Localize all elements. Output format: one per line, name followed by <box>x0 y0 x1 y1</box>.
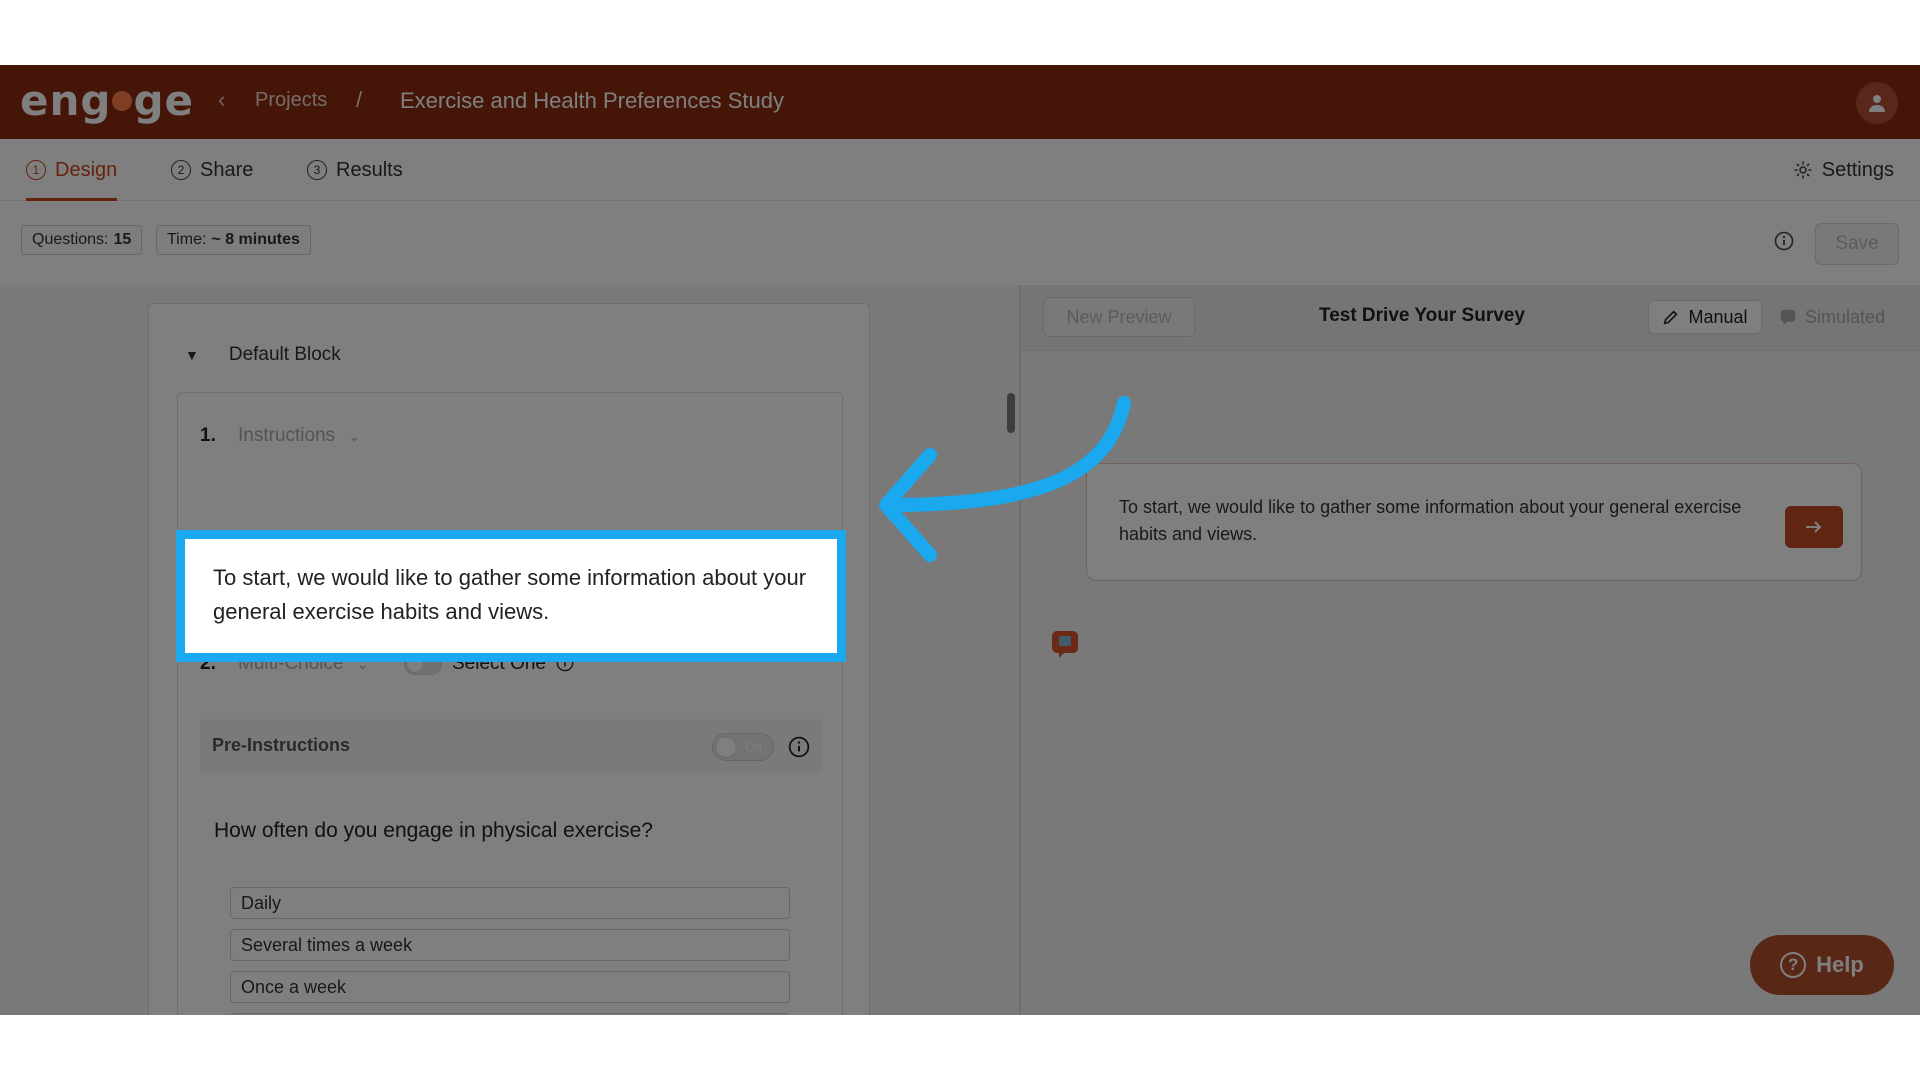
select-one-toggle[interactable] <box>404 653 442 675</box>
questions-count-badge: Questions: 15 <box>21 225 143 255</box>
question-number: 2. <box>200 653 216 674</box>
breadcrumb-projects[interactable]: Projects <box>255 89 327 112</box>
question-type-label: Multi-Choice <box>238 653 344 674</box>
default-block: ▼ Default Block 1. Instructions ⌄ 2. Mul… <box>148 303 870 1015</box>
next-button[interactable] <box>1785 506 1843 548</box>
app-frame: eng ge ‹ Projects / Exercise and Health P… <box>0 65 1920 1015</box>
mode-manual-button[interactable]: Manual <box>1649 301 1761 333</box>
pre-instructions-row: Pre-Instructions Off <box>200 719 822 773</box>
editor-panel: ▼ Default Block 1. Instructions ⌄ 2. Mul… <box>0 285 1020 1015</box>
tab-results[interactable]: 3 Results <box>307 139 403 201</box>
arrow-right-icon <box>1806 521 1822 533</box>
answer-option[interactable]: Several times a week <box>230 929 790 961</box>
help-question-icon: ? <box>1780 952 1807 978</box>
mode-simulated-label: Simulated <box>1804 306 1886 327</box>
info-icon[interactable] <box>788 736 810 758</box>
time-estimate-badge: Time: ~ 8 minutes <box>156 225 311 255</box>
preview-panel: New Preview Test Drive Your Survey Manua… <box>1021 285 1920 1015</box>
editor-scrollbar[interactable] <box>1007 393 1015 433</box>
collapse-triangle-icon[interactable]: ▼ <box>185 347 199 363</box>
user-icon <box>1869 95 1885 112</box>
settings-label: Settings <box>1821 158 1894 181</box>
stats-row: Questions: 15 Time: ~ 8 minutes Save <box>0 201 1920 285</box>
tab-share[interactable]: 2 Share <box>171 139 253 201</box>
tab-number: 2 <box>171 160 191 180</box>
question-type-label: Instructions <box>238 425 336 446</box>
pre-instructions-label: Pre-Instructions <box>212 735 351 755</box>
tab-design[interactable]: 1 Design <box>26 139 118 201</box>
question-card-2: 2. Multi-Choice ⌄ Select One Pre-Instruc… <box>177 622 843 1015</box>
preview-header: New Preview Test Drive Your Survey Manua… <box>1021 285 1920 351</box>
tab-label: Design <box>55 158 118 181</box>
engage-logo[interactable]: eng ge <box>20 79 194 123</box>
breadcrumb-separator: / <box>356 87 363 112</box>
mode-manual-label: Manual <box>1688 306 1748 327</box>
select-one-label: Select One <box>452 653 546 674</box>
question-card-1: 1. Instructions ⌄ <box>177 392 843 592</box>
pre-instructions-toggle[interactable]: Off <box>712 733 774 761</box>
mode-simulated-button[interactable]: Simulated <box>1767 301 1897 333</box>
help-label: Help <box>1816 952 1864 977</box>
questions-value: 15 <box>113 231 132 248</box>
preview-title: Test Drive Your Survey <box>1319 305 1525 326</box>
tab-bar: 1 Design 2 Share 3 Results Settings <box>0 139 1920 201</box>
toggle-state-label: Off <box>745 740 763 755</box>
info-icon[interactable] <box>556 654 574 672</box>
back-chevron-icon[interactable]: ‹ <box>218 87 225 113</box>
chevron-down-icon: ⌄ <box>356 656 369 672</box>
tab-number: 1 <box>26 160 46 180</box>
block-header[interactable]: ▼ Default Block <box>185 344 341 366</box>
question-type-select[interactable]: Multi-Choice ⌄ <box>238 653 369 675</box>
question-type-select[interactable]: Instructions ⌄ <box>238 425 360 447</box>
time-value: ~ 8 minutes <box>211 231 300 248</box>
save-button[interactable]: Save <box>1815 223 1899 265</box>
help-button[interactable]: ? Help <box>1750 935 1894 995</box>
top-header: eng ge ‹ Projects / Exercise and Health P… <box>0 65 1920 139</box>
answer-option[interactable]: Once a week <box>230 971 790 1003</box>
user-avatar[interactable] <box>1856 82 1898 124</box>
preview-message-text: To start, we would like to gather some i… <box>1119 497 1742 544</box>
answer-option[interactable]: Daily <box>230 887 790 919</box>
new-preview-button[interactable]: New Preview <box>1043 297 1195 337</box>
time-label: Time: <box>167 231 207 248</box>
settings-button[interactable]: Settings <box>1793 139 1894 201</box>
preview-message-card: To start, we would like to gather some i… <box>1086 463 1862 581</box>
question-text[interactable]: How often do you engage in physical exer… <box>214 819 653 843</box>
project-title: Exercise and Health Preferences Study <box>400 88 784 113</box>
chat-bot-icon <box>1052 631 1078 658</box>
info-icon[interactable] <box>1774 231 1794 251</box>
questions-label: Questions: <box>32 231 109 248</box>
tab-number: 3 <box>307 160 327 180</box>
tab-label: Share <box>200 158 254 181</box>
question-number: 1. <box>200 425 216 446</box>
tab-label: Results <box>336 158 403 181</box>
chat-icon <box>1780 309 1796 326</box>
gear-icon <box>1794 161 1812 179</box>
pencil-icon <box>1664 310 1679 325</box>
block-title: Default Block <box>228 344 341 365</box>
chevron-down-icon: ⌄ <box>348 428 361 444</box>
answer-option[interactable] <box>230 1013 790 1015</box>
